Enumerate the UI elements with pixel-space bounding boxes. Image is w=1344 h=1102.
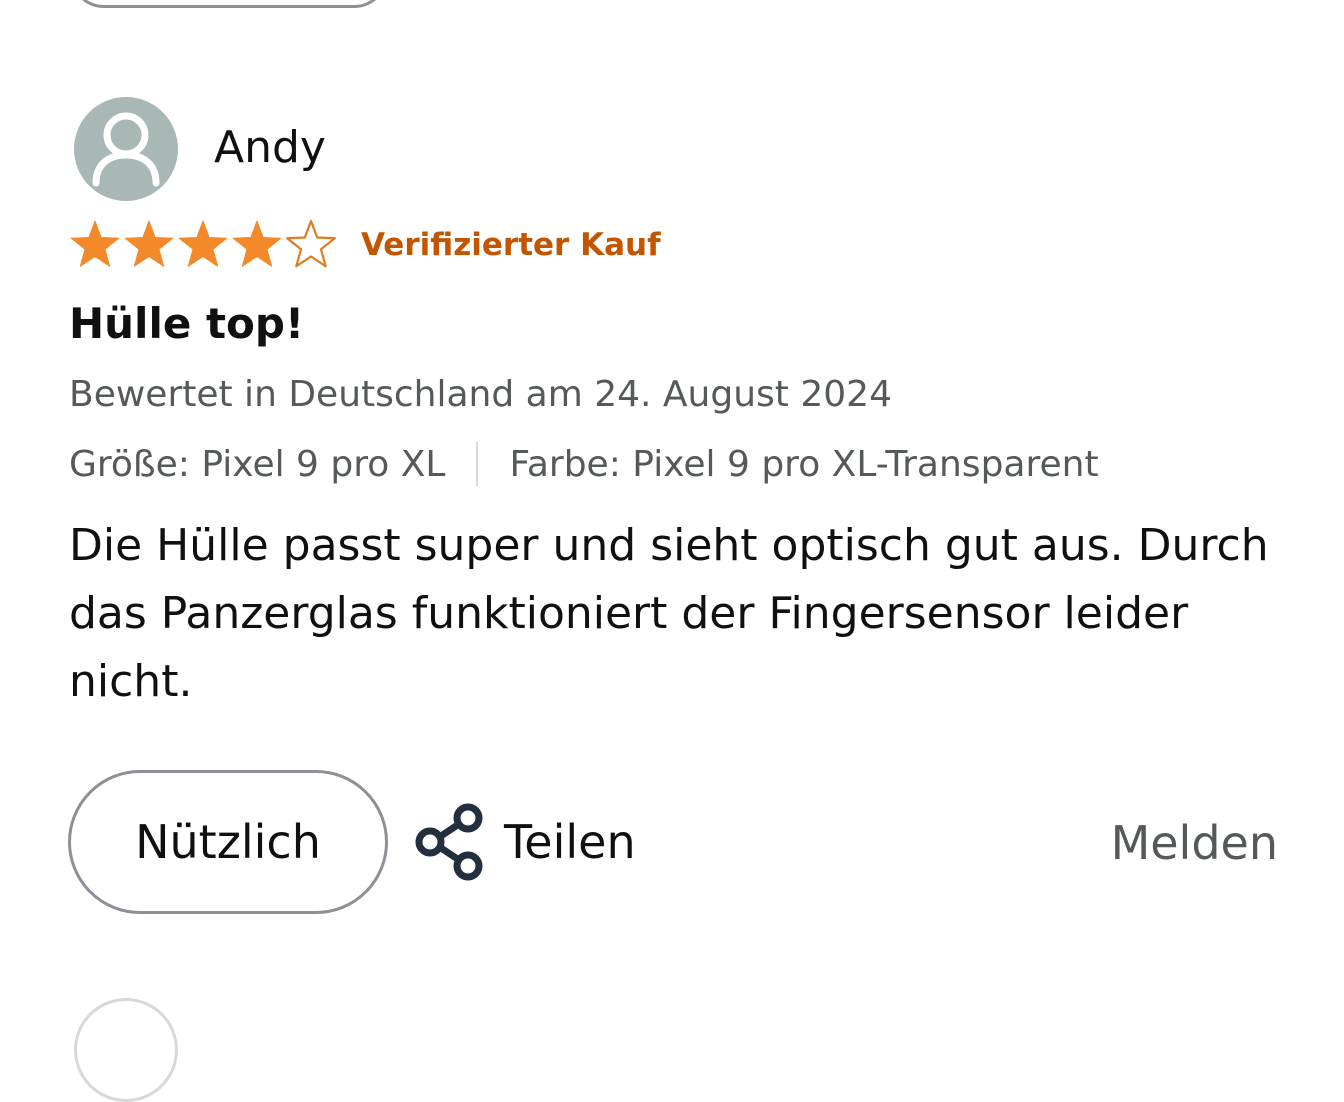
variant-size: Größe: Pixel 9 pro XL	[69, 443, 446, 485]
verified-purchase-badge: Verifizierter Kauf	[361, 227, 661, 263]
variant-color: Farbe: Pixel 9 pro XL-Transparent	[509, 443, 1099, 485]
reviewer-name[interactable]: Andy	[214, 120, 326, 176]
star-empty-icon	[286, 219, 336, 268]
user-silhouette-icon	[92, 112, 160, 187]
review-title: Hülle top!	[69, 299, 305, 348]
star-rating	[68, 218, 338, 270]
star-filled-icon	[178, 220, 228, 267]
report-link[interactable]: Melden	[1111, 814, 1278, 872]
star-filled-icon	[232, 220, 282, 267]
review-body: Die Hülle passt super und sieht optisch …	[69, 520, 1269, 707]
variant-info: Größe: Pixel 9 pro XL Farbe: Pixel 9 pro…	[69, 440, 1099, 488]
next-review-avatar-edge	[74, 998, 178, 1102]
variant-divider	[476, 442, 479, 486]
star-filled-icon	[124, 220, 174, 267]
reviewer-avatar	[74, 97, 178, 201]
previous-review-button-edge[interactable]	[70, 0, 388, 8]
review-date: Bewertet in Deutschland am 24. August 20…	[69, 374, 892, 415]
helpful-button[interactable]: Nützlich	[68, 770, 388, 914]
share-nodes-icon	[415, 803, 483, 881]
share-label: Teilen	[504, 815, 636, 869]
star-filled-icon	[70, 220, 120, 267]
share-button[interactable]: Teilen	[412, 800, 636, 884]
